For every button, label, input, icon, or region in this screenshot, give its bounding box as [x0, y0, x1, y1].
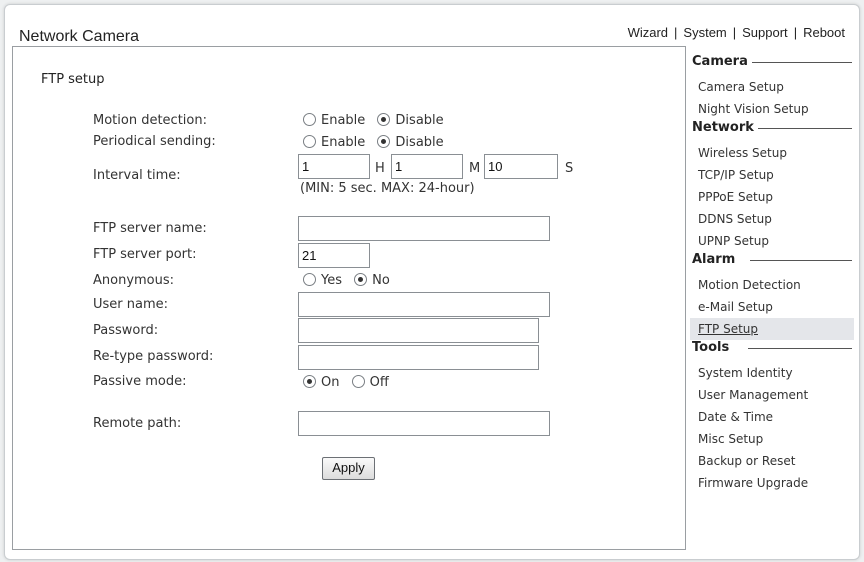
- interval-hint: (MIN: 5 sec. MAX: 24-hour): [300, 181, 475, 196]
- interval-hours-input[interactable]: [298, 154, 370, 179]
- radio-label: Disable: [395, 135, 444, 150]
- periodical-sending-label: Periodical sending:: [93, 134, 216, 149]
- sidebar-item-firmware-upgrade[interactable]: Firmware Upgrade: [690, 472, 854, 494]
- periodical-sending-enable-radio[interactable]: [303, 135, 316, 148]
- sidebar-item-misc-setup[interactable]: Misc Setup: [690, 428, 854, 450]
- retype-password-input[interactable]: [298, 345, 539, 370]
- anonymous-yes-radio[interactable]: [303, 273, 316, 286]
- app-title: Network Camera: [19, 28, 140, 45]
- passive-mode-radio-group: On Off: [303, 375, 397, 390]
- interval-time-label: Interval time:: [93, 168, 181, 183]
- sidebar-item-backup-reset[interactable]: Backup or Reset: [690, 450, 854, 472]
- nav-separator: |: [793, 25, 798, 40]
- periodical-sending-disable-radio[interactable]: [377, 135, 391, 148]
- motion-detection-disable-radio[interactable]: [377, 113, 391, 126]
- nav-separator: |: [674, 25, 678, 40]
- anonymous-label: Anonymous:: [93, 273, 175, 288]
- sidebar-item-motion-detection[interactable]: Motion Detection: [690, 274, 854, 296]
- sidebar-item-upnp-setup[interactable]: UPNP Setup: [690, 230, 854, 252]
- ftp-server-name-label: FTP server name:: [93, 221, 207, 236]
- sidebar-section-title: Alarm: [692, 252, 740, 267]
- sidebar-item-wireless-setup[interactable]: Wireless Setup: [690, 142, 854, 164]
- radio-label: Disable: [395, 113, 444, 128]
- passive-mode-off-radio[interactable]: [351, 375, 365, 388]
- ftp-server-port-input[interactable]: [298, 243, 370, 268]
- ftp-setup-panel: FTP setup Motion detection: Enable Disab…: [12, 46, 686, 550]
- radio-label: Enable: [321, 135, 366, 150]
- motion-detection-radio-group: Enable Disable: [303, 113, 452, 128]
- sidebar-section-alarm: Alarm: [690, 252, 854, 274]
- interval-seconds-input[interactable]: [484, 154, 558, 179]
- seconds-unit: S: [565, 161, 574, 176]
- sidebar-menu: Camera Camera Setup Night Vision Setup N…: [690, 54, 854, 494]
- interval-minutes-input[interactable]: [391, 154, 463, 179]
- passive-mode-label: Passive mode:: [93, 374, 187, 389]
- radio-label: On: [321, 375, 340, 390]
- section-divider: [748, 62, 852, 63]
- sidebar-section-tools: Tools: [690, 340, 854, 362]
- nav-system-link[interactable]: System: [683, 25, 726, 40]
- periodical-sending-radio-group: Enable Disable: [303, 135, 452, 150]
- nav-separator: |: [732, 25, 737, 40]
- password-input[interactable]: [298, 318, 539, 343]
- motion-detection-label: Motion detection:: [93, 113, 207, 128]
- retype-password-label: Re-type password:: [93, 349, 214, 364]
- nav-wizard-link[interactable]: Wizard: [628, 25, 668, 40]
- section-divider: [748, 348, 852, 349]
- panel-title: FTP setup: [41, 72, 105, 87]
- hours-unit: H: [375, 161, 385, 176]
- sidebar-item-camera-setup[interactable]: Camera Setup: [690, 76, 854, 98]
- sidebar-section-network: Network: [690, 120, 854, 142]
- user-name-input[interactable]: [298, 292, 550, 317]
- sidebar-item-email-setup[interactable]: e-Mail Setup: [690, 296, 854, 318]
- sidebar-item-ddns-setup[interactable]: DDNS Setup: [690, 208, 854, 230]
- sidebar-item-system-identity[interactable]: System Identity: [690, 362, 854, 384]
- nav-reboot-link[interactable]: Reboot: [803, 25, 845, 40]
- sidebar-item-tcpip-setup[interactable]: TCP/IP Setup: [690, 164, 854, 186]
- user-name-label: User name:: [93, 297, 169, 312]
- sidebar-section-title: Network: [692, 120, 758, 135]
- radio-label: No: [372, 273, 390, 288]
- nav-support-link[interactable]: Support: [742, 25, 788, 40]
- remote-path-label: Remote path:: [93, 416, 182, 431]
- sidebar-section-title: Camera: [692, 54, 752, 69]
- sidebar-item-user-management[interactable]: User Management: [690, 384, 854, 406]
- password-label: Password:: [93, 323, 159, 338]
- sidebar-item-pppoe-setup[interactable]: PPPoE Setup: [690, 186, 854, 208]
- section-divider: [750, 260, 852, 261]
- passive-mode-on-radio[interactable]: [303, 375, 316, 388]
- radio-label: Yes: [321, 273, 342, 288]
- ftp-server-port-label: FTP server port:: [93, 247, 197, 262]
- anonymous-no-radio[interactable]: [354, 273, 368, 286]
- sidebar-item-date-time[interactable]: Date & Time: [690, 406, 854, 428]
- anonymous-radio-group: Yes No: [303, 273, 398, 288]
- remote-path-input[interactable]: [298, 411, 550, 436]
- radio-label: Off: [369, 375, 389, 390]
- sidebar-item-ftp-setup[interactable]: FTP Setup: [690, 318, 854, 340]
- sidebar-item-night-vision-setup[interactable]: Night Vision Setup: [690, 98, 854, 120]
- motion-detection-enable-radio[interactable]: [303, 113, 316, 126]
- minutes-unit: M: [469, 161, 481, 176]
- ftp-server-name-input[interactable]: [298, 216, 550, 241]
- apply-button[interactable]: Apply: [322, 457, 375, 480]
- radio-label: Enable: [321, 113, 366, 128]
- sidebar-section-camera: Camera: [690, 54, 854, 76]
- sidebar-section-title: Tools: [692, 340, 734, 355]
- top-navigation: Wizard | System | Support | Reboot: [628, 25, 845, 40]
- section-divider: [756, 128, 852, 129]
